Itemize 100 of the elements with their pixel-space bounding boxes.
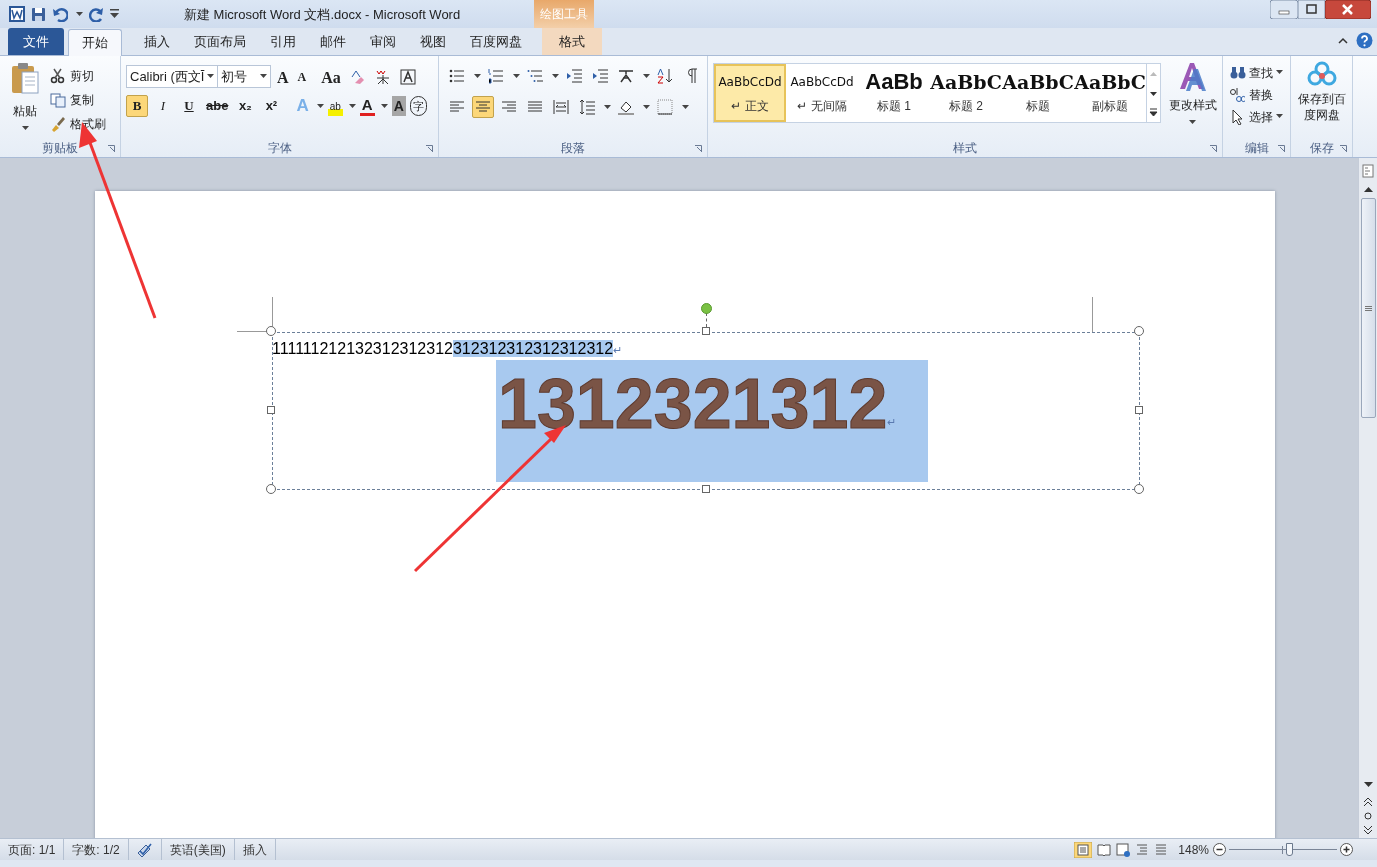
- ribbon-tab[interactable]: 审阅: [358, 28, 408, 55]
- caret-icon[interactable]: [76, 11, 83, 17]
- word-logo-icon[interactable]: [9, 6, 25, 22]
- cloud-rings-icon: [1306, 61, 1337, 87]
- format-button[interactable]: B: [126, 95, 148, 117]
- format-button[interactable]: x₂: [234, 95, 257, 117]
- print-layout-icon[interactable]: [1074, 841, 1093, 858]
- proofing-check-icon[interactable]: [136, 842, 153, 857]
- rotate-handle[interactable]: [701, 303, 712, 314]
- ribbon-tab[interactable]: 开始: [68, 29, 122, 56]
- style-item[interactable]: AaBbC 标题: [1002, 64, 1074, 122]
- character-shading-button[interactable]: A: [391, 96, 406, 116]
- caret-icon[interactable]: [552, 73, 559, 79]
- insert-mode-indicator[interactable]: 插入: [234, 839, 276, 860]
- shrink-font-button[interactable]: A: [294, 65, 310, 88]
- dialog-launcher-icon[interactable]: [695, 145, 702, 152]
- scroll-down-icon[interactable]: [1363, 782, 1373, 788]
- grow-font-button[interactable]: A: [274, 65, 292, 88]
- ribbon-tab[interactable]: 百度网盘: [458, 28, 534, 55]
- help-icon[interactable]: [1356, 32, 1373, 49]
- caret-icon[interactable]: [682, 104, 689, 110]
- caret-icon[interactable]: [474, 73, 481, 79]
- resize-handle[interactable]: [267, 406, 275, 414]
- save-to-cloud-button[interactable]: 保存到百度网盘: [1295, 61, 1348, 139]
- format-button[interactable]: I: [152, 95, 174, 117]
- ribbon-tab[interactable]: 格式: [542, 28, 602, 55]
- style-item[interactable]: AaBb 标题 1: [858, 64, 930, 122]
- editing-action[interactable]: 选择: [1230, 106, 1283, 127]
- editing-action[interactable]: 替换: [1230, 84, 1283, 105]
- zoom-in-icon[interactable]: [1340, 843, 1353, 856]
- dialog-launcher-icon[interactable]: [1278, 145, 1285, 152]
- format-button[interactable]: U: [178, 95, 200, 117]
- ribbon-tab[interactable]: 视图: [408, 28, 458, 55]
- font-color-button[interactable]: A: [359, 96, 375, 116]
- caret-icon[interactable]: [316, 103, 324, 109]
- ribbon-tab[interactable]: 页面布局: [182, 28, 258, 55]
- ribbon-tab[interactable]: 文件: [8, 28, 64, 55]
- editing-action[interactable]: 查找: [1230, 62, 1283, 83]
- font-size-field[interactable]: 初号: [217, 65, 271, 88]
- ribbon-tab[interactable]: 插入: [132, 28, 182, 55]
- style-item[interactable]: AaBbCcDd ↵ 正文: [714, 64, 786, 122]
- resize-handle[interactable]: [1134, 484, 1144, 494]
- zoom-slider[interactable]: [1229, 841, 1337, 858]
- page-count[interactable]: 页面: 1/1: [0, 839, 65, 860]
- web-layout-icon[interactable]: [1116, 842, 1131, 857]
- style-item[interactable]: AaBbC 标题 2: [930, 64, 1002, 122]
- previous-page-icon[interactable]: [1364, 798, 1372, 806]
- resize-handle[interactable]: [266, 484, 276, 494]
- borders-button[interactable]: [654, 96, 676, 118]
- change-case-button[interactable]: Aa: [318, 65, 344, 88]
- align-center-icon: [475, 99, 491, 115]
- vertical-scrollbar[interactable]: [1358, 158, 1377, 838]
- dialog-launcher-icon[interactable]: [108, 145, 115, 152]
- resize-handle[interactable]: [1134, 326, 1144, 336]
- clipboard-action[interactable]: 剪切: [50, 65, 106, 86]
- resize-handle[interactable]: [266, 326, 276, 336]
- font-name-field[interactable]: Calibri (西文Ī: [126, 65, 218, 88]
- resize-handle[interactable]: [702, 485, 710, 493]
- caret-icon[interactable]: [643, 104, 650, 110]
- align-right-icon: [501, 99, 517, 115]
- scroll-up-icon[interactable]: [1363, 186, 1373, 192]
- customize-menu-icon[interactable]: [110, 9, 119, 19]
- paste-button[interactable]: 粘贴: [4, 61, 46, 139]
- scroll-thumb[interactable]: [1360, 198, 1376, 418]
- collapse-ribbon-icon[interactable]: [1338, 37, 1348, 44]
- style-item[interactable]: AaBbCcDd ↵ 无间隔: [786, 64, 858, 122]
- format-button[interactable]: x²: [260, 95, 283, 117]
- zoom-level-text[interactable]: 148%: [1178, 840, 1209, 859]
- dialog-launcher-icon[interactable]: [426, 145, 433, 152]
- save-icon[interactable]: [31, 6, 46, 22]
- reading-layout-icon[interactable]: [1097, 842, 1112, 857]
- group-label: 保存: [1309, 140, 1334, 157]
- word-count[interactable]: 字数: 1/2: [64, 839, 129, 860]
- clipboard-action[interactable]: 复制: [50, 89, 106, 110]
- browse-object-icon[interactable]: [1364, 812, 1372, 820]
- format-button[interactable]: abe: [204, 95, 231, 117]
- zoom-slider-thumb[interactable]: [1285, 842, 1293, 856]
- dialog-launcher-icon[interactable]: [1210, 145, 1217, 152]
- dialog-launcher-icon[interactable]: [1340, 145, 1347, 152]
- style-item[interactable]: AaBbC 副标题: [1074, 64, 1146, 122]
- close-button[interactable]: [1325, 0, 1371, 19]
- caret-icon[interactable]: [643, 73, 650, 79]
- caret-icon[interactable]: [380, 103, 388, 109]
- align-center-button[interactable]: [472, 96, 494, 118]
- caret-icon[interactable]: [604, 104, 611, 110]
- decrease-indent-icon: [566, 68, 582, 84]
- resize-handle[interactable]: [702, 327, 710, 335]
- redo-icon[interactable]: [89, 6, 104, 22]
- language-indicator[interactable]: 英语(美国): [161, 839, 235, 860]
- restore-button[interactable]: [1298, 0, 1325, 19]
- zoom-out-icon[interactable]: [1213, 843, 1226, 856]
- ruler-toggle-icon[interactable]: [1362, 164, 1374, 178]
- ribbon-tab[interactable]: 引用: [258, 28, 308, 55]
- ribbon-tab[interactable]: 邮件: [308, 28, 358, 55]
- caret-icon[interactable]: [513, 73, 520, 79]
- caret-icon[interactable]: [348, 103, 356, 109]
- next-page-icon[interactable]: [1364, 826, 1372, 834]
- undo-icon[interactable]: [52, 6, 68, 22]
- resize-handle[interactable]: [1135, 406, 1143, 414]
- change-styles-button[interactable]: 更改样式: [1167, 61, 1218, 139]
